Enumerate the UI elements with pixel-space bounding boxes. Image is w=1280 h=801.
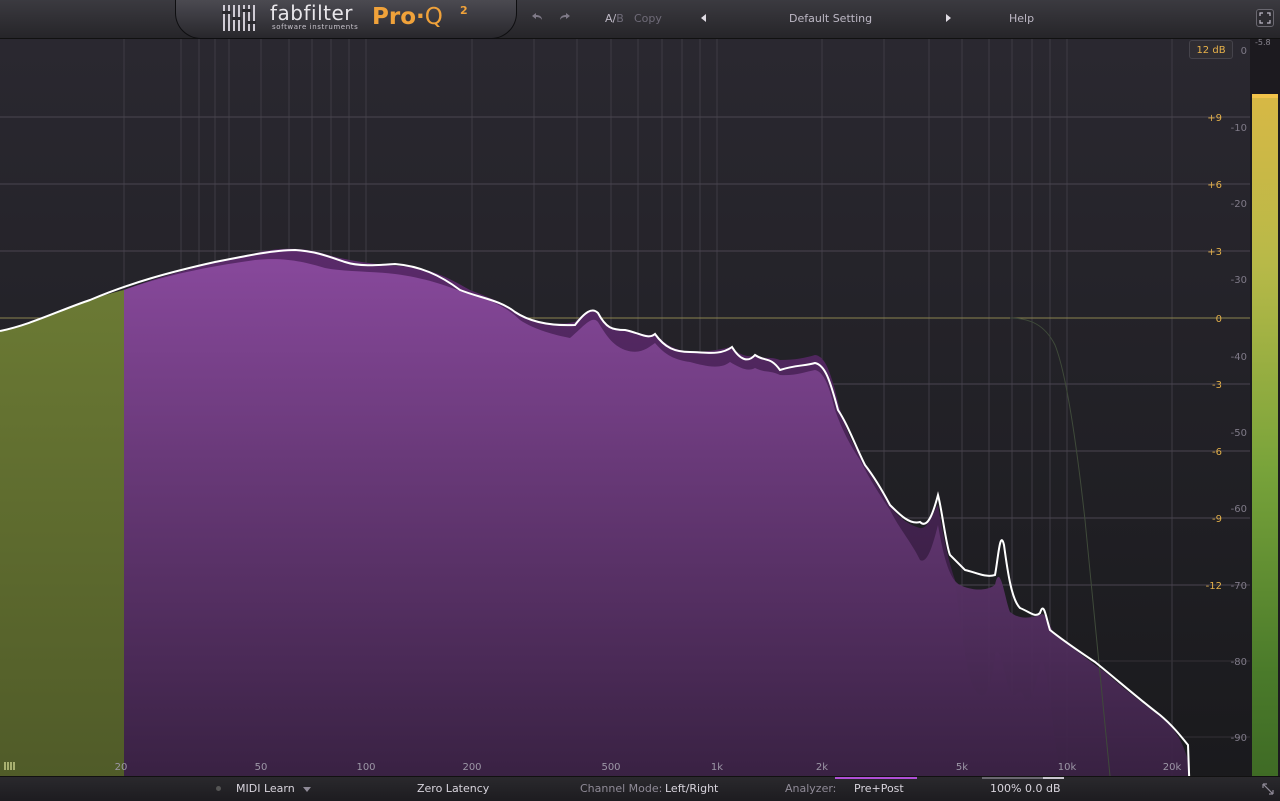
latency-mode-button[interactable]: Zero Latency bbox=[417, 782, 489, 795]
output-level-meter bbox=[1252, 96, 1278, 776]
product-name: Pro·Q bbox=[372, 4, 443, 30]
gain-label: -9 bbox=[1212, 514, 1222, 525]
pro-q2-window: 20 50 100 200 500 1k 2k 5k 10k 20k +9 +6… bbox=[0, 0, 1280, 801]
fullscreen-icon bbox=[1259, 12, 1271, 24]
freq-label: 1k bbox=[711, 762, 723, 773]
next-preset-icon[interactable] bbox=[940, 9, 958, 27]
freq-label: 50 bbox=[255, 762, 268, 773]
brand-subtitle: software instruments bbox=[272, 23, 359, 31]
spectrum-label: -30 bbox=[1231, 275, 1247, 286]
zoom-slider-handle[interactable] bbox=[1043, 777, 1064, 779]
freq-label: 20 bbox=[115, 762, 128, 773]
midi-learn-button[interactable]: MIDI Learn bbox=[236, 782, 295, 795]
output-gain-value[interactable]: 0.0 dB bbox=[1025, 782, 1061, 795]
copy-button[interactable]: Copy bbox=[634, 12, 662, 25]
spectrum-label: -20 bbox=[1231, 199, 1247, 210]
spectrum-label: -60 bbox=[1231, 504, 1247, 515]
bottom-bar: MIDI Learn Zero Latency Channel Mode: Le… bbox=[0, 776, 1280, 801]
freq-label: 2k bbox=[816, 762, 828, 773]
analyzer-indicator bbox=[835, 777, 917, 779]
meter-peak-marker bbox=[1252, 94, 1278, 98]
fullscreen-button[interactable] bbox=[1256, 9, 1274, 27]
product-pro: Pro bbox=[372, 4, 417, 30]
ab-toggle[interactable]: A/B bbox=[605, 12, 624, 25]
brand-name: fabfilter bbox=[270, 1, 354, 25]
eq-graph[interactable]: 20 50 100 200 500 1k 2k 5k 10k 20k +9 +6… bbox=[0, 0, 1280, 800]
freq-label: 100 bbox=[356, 762, 375, 773]
previous-preset-icon[interactable] bbox=[696, 9, 714, 27]
freq-label: 500 bbox=[601, 762, 620, 773]
spectrum-label: -80 bbox=[1231, 657, 1247, 668]
gain-label: +9 bbox=[1207, 113, 1222, 124]
freq-label: 10k bbox=[1058, 762, 1077, 773]
ab-label-b: B bbox=[616, 12, 624, 25]
channel-mode-label: Channel Mode: bbox=[580, 782, 663, 795]
freq-label: 200 bbox=[462, 762, 481, 773]
redo-icon[interactable] bbox=[556, 9, 574, 27]
freq-label: 5k bbox=[956, 762, 968, 773]
midi-dropdown-icon[interactable] bbox=[303, 787, 311, 792]
spectrum-label: -40 bbox=[1231, 352, 1247, 363]
header-bar: fabfilter software instruments Pro·Q 2 A… bbox=[0, 0, 1280, 39]
help-menu[interactable]: Help bbox=[1009, 12, 1034, 25]
product-q: Q bbox=[424, 4, 443, 30]
fabfilter-logo-icon bbox=[222, 5, 256, 31]
gain-label: -12 bbox=[1206, 581, 1222, 592]
analyzer-mode-value[interactable]: Pre+Post bbox=[854, 782, 904, 795]
midi-status-led bbox=[216, 786, 221, 791]
spectrum-label: -70 bbox=[1231, 581, 1247, 592]
meter-peak-readout: -5.8 bbox=[1255, 38, 1271, 47]
analyzer-label: Analyzer: bbox=[785, 782, 837, 795]
gain-label: +3 bbox=[1207, 247, 1222, 258]
gain-label: +6 bbox=[1207, 180, 1222, 191]
channel-mode-value[interactable]: Left/Right bbox=[665, 782, 718, 795]
product-version: 2 bbox=[460, 4, 468, 17]
product-dot: · bbox=[416, 4, 425, 30]
spectrum-label: -50 bbox=[1231, 428, 1247, 439]
undo-icon[interactable] bbox=[528, 9, 546, 27]
gain-label: -6 bbox=[1212, 447, 1222, 458]
low-cut-band-area[interactable] bbox=[0, 290, 124, 796]
spectrum-label: -90 bbox=[1231, 733, 1247, 744]
display-range-button[interactable]: 12 dB bbox=[1189, 40, 1233, 59]
resize-icon[interactable] bbox=[1262, 783, 1274, 795]
gain-label: -3 bbox=[1212, 380, 1222, 391]
freq-label: 20k bbox=[1163, 762, 1182, 773]
preset-name[interactable]: Default Setting bbox=[789, 12, 872, 25]
zoom-value[interactable]: 100% bbox=[990, 782, 1021, 795]
spectrum-label: -10 bbox=[1231, 123, 1247, 134]
gain-label: 0 bbox=[1216, 314, 1222, 325]
ab-label-a: A/ bbox=[605, 12, 617, 25]
spectrum-label: 0 bbox=[1241, 46, 1247, 57]
